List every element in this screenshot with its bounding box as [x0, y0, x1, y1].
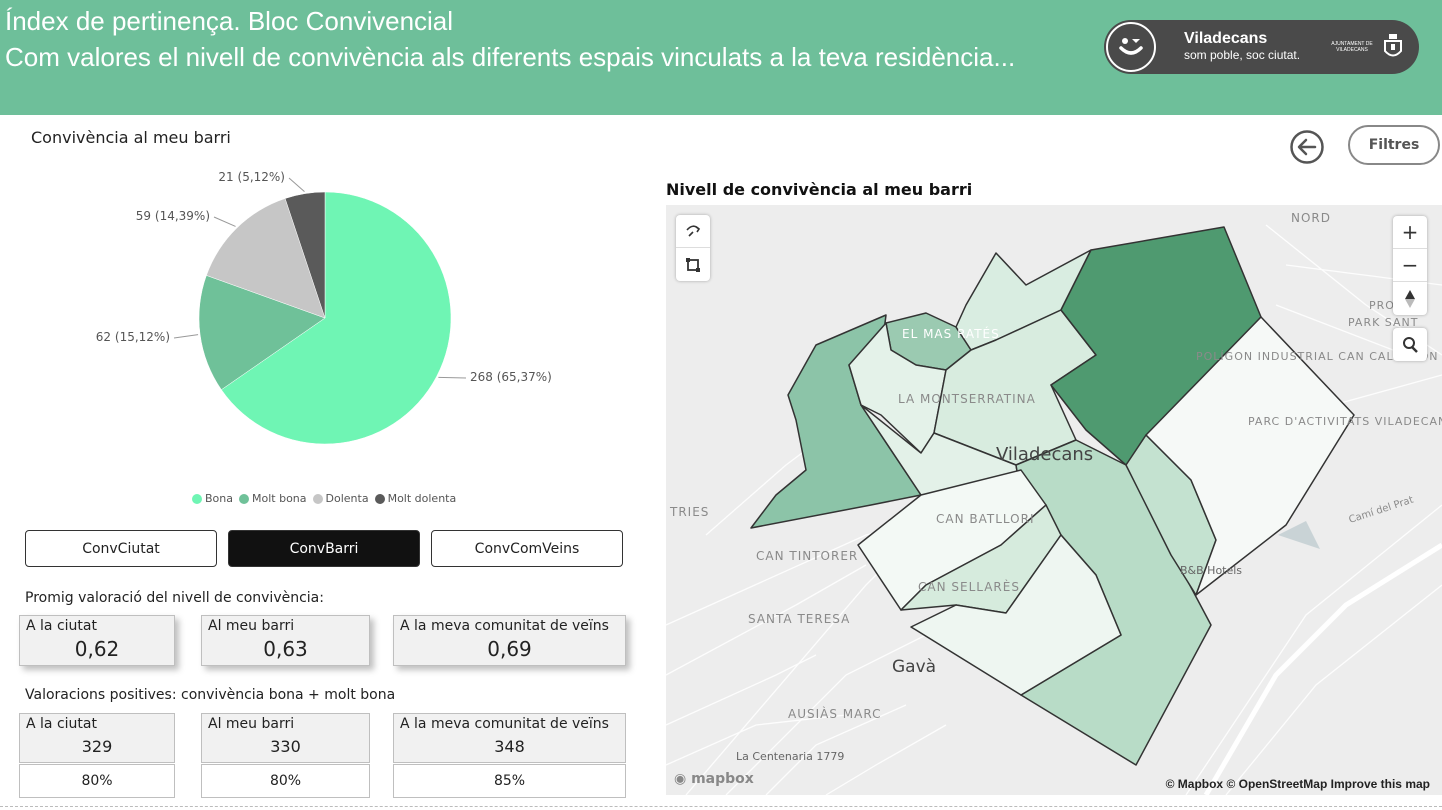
pie-leader-line	[288, 177, 305, 193]
card-label: A la meva comunitat de veïns	[400, 618, 609, 634]
legend-dot	[239, 493, 249, 504]
rect-select-button[interactable]	[676, 248, 710, 281]
legend-label: Molt bona	[252, 492, 307, 505]
pie-leader-line	[213, 216, 236, 227]
map-zoom-search-button[interactable]	[1393, 328, 1427, 361]
pie-legend: Bona Molt bona Dolenta Molt dolenta	[192, 492, 456, 505]
map-zoom-controls: + −	[1393, 216, 1427, 315]
card-label: A la meva comunitat de veïns	[400, 716, 609, 732]
tab-conv-com-veins[interactable]: ConvComVeins	[431, 530, 623, 567]
pct-card-barri: 80%	[201, 764, 370, 798]
mapbox-logo: ◉ mapbox	[674, 771, 754, 787]
pie-data-label: 62 (15,12%)	[95, 330, 170, 344]
pct-card-comunitat: 85%	[393, 764, 626, 798]
lasso-select-button[interactable]	[676, 215, 710, 248]
pos-card-ciutat: A la ciutat 329	[19, 713, 175, 763]
legend-item[interactable]: Dolenta	[312, 492, 369, 505]
district-polygons	[750, 226, 1355, 766]
tab-conv-ciutat[interactable]: ConvCiutat	[25, 530, 217, 567]
map-label-bb-hotels: B&B Hotels	[1180, 564, 1242, 577]
legend-label: Dolenta	[325, 492, 369, 505]
card-value: 0,63	[263, 637, 308, 661]
map-label-gava: Gavà	[892, 657, 936, 677]
avg-card-barri: Al meu barri 0,63	[201, 615, 370, 666]
rect-select-icon	[686, 257, 700, 272]
map-label-cami-prat: Camí del Prat	[1347, 494, 1415, 526]
pie-leader-line	[438, 376, 467, 379]
card-value: 0,69	[487, 637, 532, 661]
smile-icon	[1119, 38, 1143, 55]
map-canvas: NORD EL MAS RATÉS LA MONTSERRATINA Vilad…	[666, 211, 1442, 795]
highway-road	[1203, 542, 1442, 795]
mapbox-logo-text: mapbox	[691, 771, 754, 787]
city-seal-icon	[1384, 34, 1402, 57]
map-title: Nivell de convivència al meu barri	[666, 180, 973, 199]
zoom-out-button[interactable]: −	[1393, 249, 1427, 282]
viladecans-logo: Viladecans som poble, soc ciutat. AJUNTA…	[1104, 20, 1419, 74]
pie-svg	[173, 177, 467, 445]
map-view[interactable]: NORD EL MAS RATÉS LA MONTSERRATINA Vilad…	[666, 205, 1442, 795]
map-label-mas-rates: EL MAS RATÉS	[902, 326, 1000, 341]
card-label: A la ciutat	[26, 716, 97, 732]
map-label-montserratina: LA MONTSERRATINA	[898, 392, 1036, 406]
page-bottom-border	[0, 806, 1442, 807]
legend-dot	[312, 493, 323, 504]
map-attribution[interactable]: © Mapbox © OpenStreetMap Improve this ma…	[1166, 777, 1430, 791]
map-label-viladecans: Viladecans	[996, 444, 1093, 465]
map-label-nord: NORD	[1291, 211, 1331, 225]
legend-item[interactable]: Molt bona	[239, 492, 307, 505]
map-search-control	[1393, 328, 1427, 361]
magnifier-icon	[1403, 336, 1418, 353]
positives-label: Valoracions positives: convivència bona …	[25, 687, 396, 703]
page-subtitle: Com valores el nivell de convivència als…	[5, 42, 1016, 72]
tab-conv-barri[interactable]: ConvBarri	[228, 530, 420, 567]
legend-item[interactable]: Bona	[192, 492, 233, 505]
card-value: 330	[270, 737, 301, 756]
logo-tagline: som poble, soc ciutat.	[1184, 48, 1301, 62]
filters-button[interactable]: Filtres	[1348, 125, 1440, 165]
header-bar: Índex de pertinença. Bloc Convivencial C…	[0, 0, 1442, 115]
legend-label: Bona	[205, 492, 233, 505]
map-label-tries: TRIES	[669, 505, 709, 519]
logo-name: Viladecans	[1184, 30, 1268, 47]
pie-leader-line	[173, 334, 199, 339]
legend-dot	[374, 493, 385, 504]
avg-card-comunitat: A la meva comunitat de veïns 0,69	[393, 615, 626, 666]
compass-icon	[1405, 289, 1415, 308]
back-arrow-icon[interactable]	[1289, 129, 1325, 165]
lasso-icon	[686, 225, 701, 237]
pie-data-label: 59 (14,39%)	[135, 209, 210, 223]
legend-dot	[192, 493, 202, 504]
pie-data-label: 268 (65,37%)	[470, 370, 552, 384]
legend-item[interactable]: Molt dolenta	[374, 492, 457, 505]
pie-section-title: Convivència al meu barri	[31, 128, 231, 147]
card-label: A la ciutat	[26, 618, 97, 634]
zoom-in-button[interactable]: +	[1393, 216, 1427, 249]
map-label-santa-teresa: SANTA TERESA	[748, 612, 850, 626]
card-value: 329	[81, 737, 113, 756]
map-label-parc: PARC D'ACTIVITATS VILADECANS	[1248, 415, 1442, 428]
averages-label: Promig valoració del nivell de convivènc…	[25, 590, 324, 606]
map-label-pro: PRO	[1369, 299, 1395, 312]
map-label-can-tintorer: CAN TINTORER	[756, 549, 858, 563]
card-label: Al meu barri	[208, 618, 295, 634]
map-label-can-sellares: CAN SELLARÈS	[918, 579, 1020, 594]
avg-card-ciutat: A la ciutat 0,62	[19, 615, 175, 666]
map-label-ausias-marc: AUSIÀS MARC	[788, 706, 881, 721]
page-title: Índex de pertinença. Bloc Convivencial	[5, 6, 454, 36]
card-label: Al meu barri	[208, 716, 295, 732]
pie-chart: 268 (65,37%) 62 (15,12%) 59 (14,39%) 21 (5,…	[60, 160, 620, 480]
pos-card-comunitat: A la meva comunitat de veïns 348	[393, 713, 626, 763]
card-value: 348	[494, 737, 525, 756]
map-tools	[676, 215, 710, 281]
map-label-can-batllori: CAN BATLLORI	[936, 512, 1034, 526]
pct-card-ciutat: 80%	[19, 764, 175, 798]
compass-button[interactable]	[1393, 282, 1427, 315]
card-value: 0,62	[74, 637, 120, 661]
legend-label: Molt dolenta	[387, 492, 457, 505]
pie-data-label: 21 (5,12%)	[218, 170, 285, 184]
pos-card-barri: Al meu barri 330	[201, 713, 370, 763]
map-label-centenaria: La Centenaria 1779	[736, 750, 844, 763]
logo-ajuntament: AJUNTAMENT DE VILADECANS	[1331, 41, 1373, 53]
